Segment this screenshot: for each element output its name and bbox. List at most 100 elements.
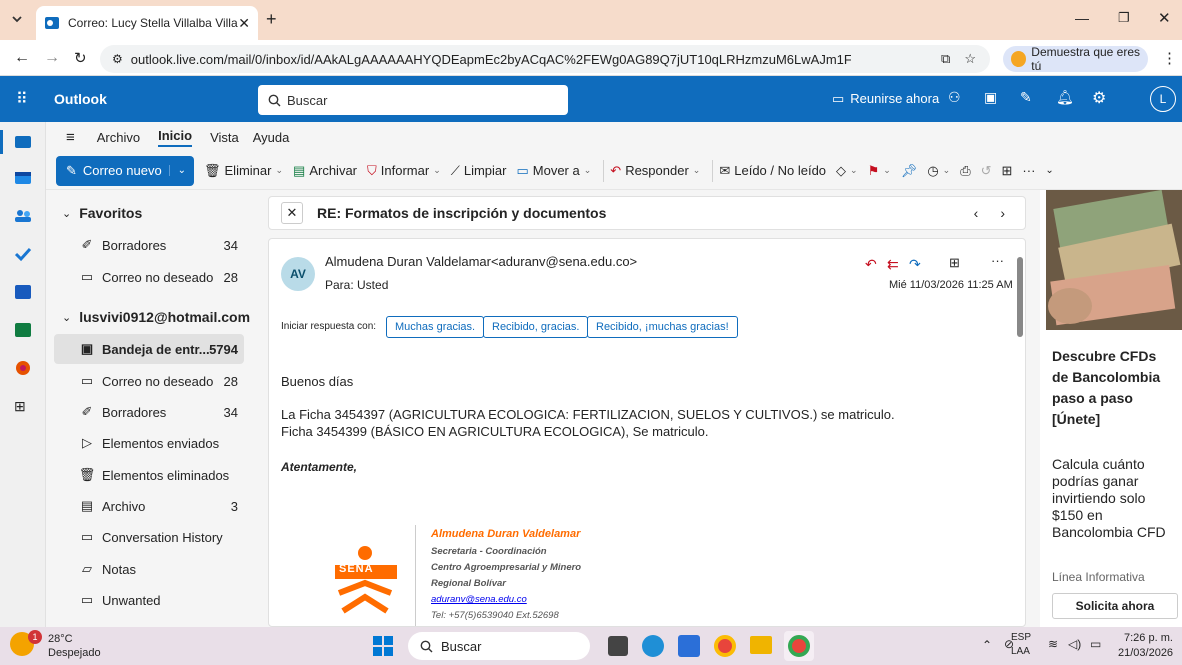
quick-reply-2[interactable]: Recibido, gracias. xyxy=(483,316,589,338)
calendar-icon[interactable] xyxy=(14,170,32,186)
folder-item-inbox[interactable]: ▣ Bandeja de entr... 5794 xyxy=(54,334,244,364)
forward-icon[interactable]: ↷ xyxy=(909,256,921,273)
language-code[interactable]: ESP xyxy=(1011,632,1031,643)
pin-button[interactable]: 📌︎ xyxy=(901,163,918,179)
meet-now-button[interactable]: ▭ Reunirse ahora xyxy=(832,91,939,107)
folder-item-junk-fav[interactable]: ▭ Correo no deseado 28 xyxy=(54,262,244,292)
tab-ayuda[interactable]: Ayuda xyxy=(253,130,290,145)
bell-icon[interactable]: 🔔︎ xyxy=(1056,89,1074,106)
file-explorer-icon[interactable] xyxy=(750,636,772,654)
move-button[interactable]: ▭ Mover a ⌄ xyxy=(516,163,591,179)
favorites-header[interactable]: ⌄ Favoritos xyxy=(54,198,142,228)
clock-date[interactable]: 21/03/2026 xyxy=(1118,647,1173,659)
folder-item-drafts[interactable]: ✐ Borradores 34 xyxy=(54,397,244,427)
archive-button[interactable]: ▤ Archivar xyxy=(293,163,357,179)
folder-item-conversation-history[interactable]: ▭ Conversation History xyxy=(54,522,244,552)
next-message-icon[interactable]: › xyxy=(1000,205,1005,221)
scrollbar-thumb[interactable] xyxy=(1017,257,1023,337)
mail-icon[interactable] xyxy=(14,134,32,150)
snooze-button[interactable]: ◷ ⌄ xyxy=(927,163,950,179)
browser-tab[interactable]: Correo: Lucy Stella Villalba Villa ✕ xyxy=(36,6,258,40)
forward-icon[interactable]: → xyxy=(44,49,60,67)
tab-inicio[interactable]: Inicio xyxy=(158,128,193,147)
people-icon[interactable] xyxy=(14,208,32,224)
scrollbar[interactable] xyxy=(1017,247,1023,617)
todo-icon[interactable] xyxy=(14,246,32,262)
chevron-down-icon[interactable]: ⌄ xyxy=(168,165,186,176)
minimize-icon[interactable]: — xyxy=(1075,10,1089,26)
wifi-icon[interactable]: ≋ xyxy=(1048,637,1058,651)
edge-icon[interactable] xyxy=(642,635,664,657)
ad-image[interactable] xyxy=(1046,190,1182,330)
word-taskbar-icon[interactable] xyxy=(678,635,700,657)
apps-button[interactable]: ⊞ xyxy=(1002,163,1013,179)
tab-vista[interactable]: Vista xyxy=(210,130,239,145)
reload-icon[interactable]: ↻ xyxy=(74,49,87,67)
task-view-icon[interactable] xyxy=(608,636,628,656)
new-mail-button[interactable]: ✎ Correo nuevo ⌄ xyxy=(56,155,194,186)
gear-icon[interactable]: ⚙ xyxy=(1092,88,1106,108)
reply-button[interactable]: ↶ Responder ⌄ xyxy=(610,163,700,179)
quick-reply-3[interactable]: Recibido, ¡muchas gracias! xyxy=(587,316,738,338)
quick-reply-1[interactable]: Muchas gracias. xyxy=(386,316,485,338)
address-bar[interactable]: ⚙ outlook.live.com/mail/0/inbox/id/AAkAL… xyxy=(100,45,990,73)
weather-temp[interactable]: 28°C xyxy=(48,633,73,645)
volume-icon[interactable]: ◁) xyxy=(1068,637,1081,651)
language-layout[interactable]: LAA xyxy=(1011,646,1030,657)
back-icon[interactable]: ← xyxy=(14,49,30,67)
account-header[interactable]: ⌄ lusvivi0912@hotmail.com xyxy=(54,302,250,332)
word-icon[interactable] xyxy=(14,284,32,300)
folder-item-unwanted[interactable]: ▭ Unwanted xyxy=(54,585,244,615)
excel-icon[interactable] xyxy=(14,322,32,338)
teams-icon[interactable]: ⚇ xyxy=(948,89,961,106)
undo-button[interactable]: ↺ xyxy=(981,163,992,179)
previous-message-icon[interactable]: ‹ xyxy=(974,205,979,221)
tab-search-icon[interactable] xyxy=(10,12,24,26)
sender-name[interactable]: Almudena Duran Valdelamar<aduranv@sena.e… xyxy=(325,254,637,269)
search-box[interactable]: Buscar xyxy=(258,85,568,115)
window-close-icon[interactable]: ✕ xyxy=(1158,9,1171,27)
windows-start-icon[interactable] xyxy=(372,635,394,657)
more-options-button[interactable]: ··· xyxy=(1022,163,1035,178)
close-reading-icon[interactable]: ✕ xyxy=(281,202,303,224)
ad-cta-button[interactable]: Solicita ahora xyxy=(1052,593,1178,619)
avatar[interactable]: L xyxy=(1150,86,1176,112)
battery-icon[interactable]: ▭ xyxy=(1090,637,1101,651)
close-tab-icon[interactable]: ✕ xyxy=(238,15,250,32)
chrome-icon[interactable] xyxy=(714,635,736,657)
onenote-icon[interactable]: ▣ xyxy=(984,89,997,106)
bookmark-star-icon[interactable]: ☆ xyxy=(964,51,976,67)
folder-item-sent[interactable]: ▷ Elementos enviados xyxy=(54,428,244,458)
folder-item-junk[interactable]: ▭ Correo no deseado 28 xyxy=(54,366,244,396)
hamburger-icon[interactable]: ≡ xyxy=(66,129,75,146)
signature-email-link[interactable]: aduranv@sena.edu.co xyxy=(431,594,527,605)
browser-menu-icon[interactable]: ⋮ xyxy=(1162,49,1177,67)
weather-desc[interactable]: Despejado xyxy=(48,647,101,659)
reply-all-icon[interactable]: ⇇ xyxy=(887,256,899,273)
taskbar-search[interactable]: Buscar xyxy=(408,632,590,660)
folder-item-notes[interactable]: ▱ Notas xyxy=(54,554,244,584)
read-unread-button[interactable]: ✉ Leído / No leído xyxy=(719,163,826,179)
office-icon[interactable] xyxy=(14,360,32,376)
clock-time[interactable]: 7:26 p. m. xyxy=(1124,632,1173,644)
verify-profile-button[interactable]: Demuestra que eres tú xyxy=(1003,45,1148,73)
sweep-button[interactable]: ⟋ Limpiar xyxy=(451,163,507,179)
feedback-icon[interactable]: ✎ xyxy=(1020,89,1032,106)
more-icon[interactable]: ··· xyxy=(991,253,1004,268)
chevron-up-icon[interactable]: ⌃ xyxy=(982,638,992,652)
tab-archivo[interactable]: Archivo xyxy=(97,130,140,145)
folder-item-drafts-fav[interactable]: ✐ Borradores 34 xyxy=(54,230,244,260)
delete-button[interactable]: 🗑︎ Eliminar ⌄ xyxy=(204,163,283,179)
report-button[interactable]: ⛉ Informar ⌄ xyxy=(367,163,441,179)
new-tab-icon[interactable]: + xyxy=(266,9,277,30)
tag-button[interactable]: ◇ ⌄ xyxy=(836,163,858,179)
folder-item-deleted[interactable]: 🗑︎ Elementos eliminados xyxy=(54,460,244,490)
apps-icon[interactable]: ⊞ xyxy=(949,255,960,271)
folder-item-archive[interactable]: ▤ Archivo 3 xyxy=(54,491,244,521)
reply-icon[interactable]: ↶ xyxy=(865,256,877,273)
print-button[interactable]: ⎙ xyxy=(960,163,970,179)
app-launcher-icon[interactable]: ⠿ xyxy=(16,89,28,109)
ad-headline[interactable]: Descubre CFDs de Bancolombia paso a paso… xyxy=(1052,346,1176,430)
expand-ribbon-button[interactable]: ⌄ xyxy=(1045,165,1053,176)
chrome-profile-app[interactable] xyxy=(784,631,814,661)
